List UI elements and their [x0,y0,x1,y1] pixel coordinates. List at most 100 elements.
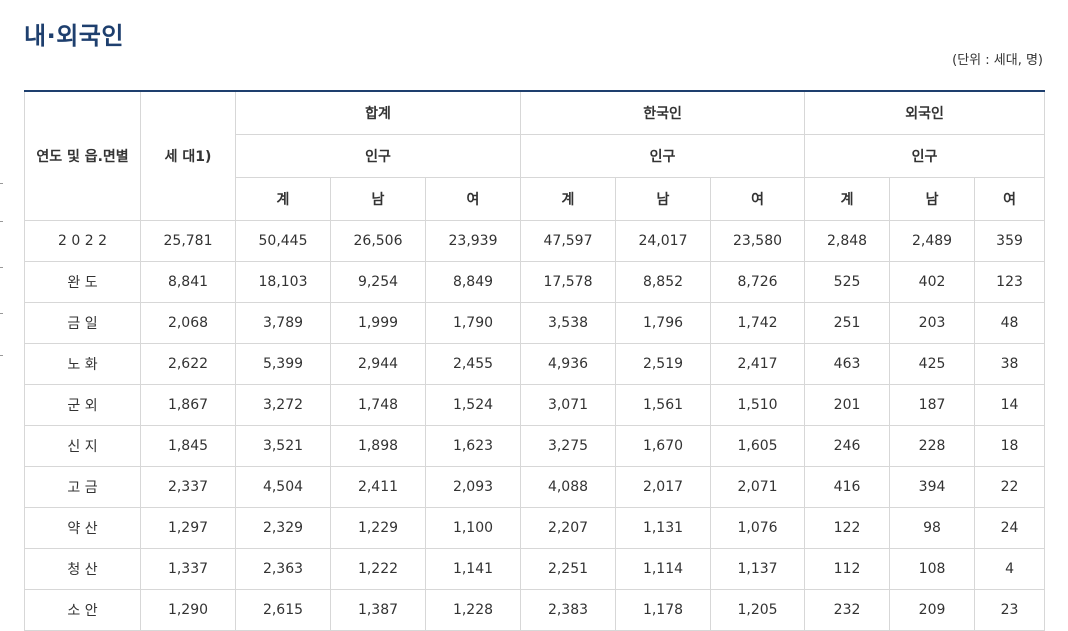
cell-households: 25,781 [140,220,236,262]
cell-foreign-sum: 251 [804,302,891,344]
cell-region: 약 산 [24,507,141,549]
cell-households: 1,867 [140,384,236,426]
edge-tick [0,267,3,268]
cell-foreign-female: 48 [974,302,1046,344]
population-table: 연도 및 읍.면별 세 대1) 합계 한국인 외국인 인구 인구 인구 계 남 … [24,90,1046,631]
cell-korean-female: 2,071 [709,466,806,508]
cell-foreign-sum: 246 [804,425,891,467]
cell-korean-male: 1,670 [615,425,711,467]
unit-note: (단위 : 세대, 명) [952,53,1043,68]
header-region: 연도 및 읍.면별 [24,90,141,221]
cell-total-male: 1,999 [330,302,426,344]
edge-tick [0,183,3,184]
cell-foreign-female: 38 [974,343,1046,385]
cell-total-male: 1,387 [330,589,426,631]
cell-total-female: 1,623 [425,425,521,467]
cell-total-sum: 50,445 [235,220,331,262]
cell-korean-male: 1,796 [615,302,711,344]
cell-foreign-male: 203 [889,302,976,344]
cell-korean-female: 1,205 [709,589,806,631]
cell-korean-sum: 3,275 [520,425,616,467]
cell-region: 고 금 [24,466,141,508]
cell-foreign-female: 359 [974,220,1046,262]
cell-foreign-sum: 525 [804,261,891,303]
cell-total-female: 2,093 [425,466,521,508]
cell-korean-female: 1,742 [709,302,806,344]
header-male: 남 [330,177,426,221]
header-group-total: 합계 [235,90,521,135]
cell-korean-sum: 47,597 [520,220,616,262]
cell-total-sum: 2,363 [235,548,331,590]
cell-korean-sum: 3,071 [520,384,616,426]
cell-korean-sum: 2,251 [520,548,616,590]
cell-korean-male: 1,178 [615,589,711,631]
cell-region: 2 0 2 2 [24,220,141,262]
table-row: 2 0 2 2 25,781 50,445 26,506 23,939 47,597 24,… [24,220,1046,262]
cell-households: 2,337 [140,466,236,508]
cell-total-sum: 3,521 [235,425,331,467]
cell-total-sum: 5,399 [235,343,331,385]
cell-total-female: 1,790 [425,302,521,344]
cell-foreign-female: 18 [974,425,1046,467]
header-female: 여 [974,177,1046,221]
cell-households: 1,337 [140,548,236,590]
cell-region: 신 지 [24,425,141,467]
cell-foreign-male: 402 [889,261,976,303]
table-row: 고 금 2,337 4,504 2,411 2,093 4,088 2,017 2,071 41… [24,466,1046,508]
header-sum: 계 [804,177,891,221]
cell-korean-female: 1,137 [709,548,806,590]
cell-foreign-male: 98 [889,507,976,549]
header-sum: 계 [520,177,616,221]
cell-korean-sum: 2,207 [520,507,616,549]
cell-total-male: 2,944 [330,343,426,385]
cell-foreign-female: 4 [974,548,1046,590]
cell-foreign-male: 425 [889,343,976,385]
page-title: 내·외국인 [24,22,124,50]
cell-total-male: 2,411 [330,466,426,508]
cell-total-female: 23,939 [425,220,521,262]
cell-total-sum: 2,329 [235,507,331,549]
cell-korean-female: 2,417 [709,343,806,385]
cell-total-female: 1,524 [425,384,521,426]
cell-foreign-male: 108 [889,548,976,590]
cell-households: 1,297 [140,507,236,549]
header-male: 남 [615,177,711,221]
header-female: 여 [425,177,521,221]
cell-korean-male: 1,114 [615,548,711,590]
cell-korean-female: 8,726 [709,261,806,303]
cell-foreign-female: 22 [974,466,1046,508]
cell-foreign-male: 187 [889,384,976,426]
cell-korean-female: 1,605 [709,425,806,467]
header-female: 여 [709,177,806,221]
table-row: 완 도 8,841 18,103 9,254 8,849 17,578 8,852 8,726… [24,261,1046,303]
cell-foreign-female: 14 [974,384,1046,426]
cell-korean-female: 1,076 [709,507,806,549]
header-group-foreign: 외국인 [804,90,1046,135]
cell-total-sum: 2,615 [235,589,331,631]
cell-total-sum: 4,504 [235,466,331,508]
cell-korean-male: 8,852 [615,261,711,303]
header-sum: 계 [235,177,331,221]
cell-korean-male: 24,017 [615,220,711,262]
header-group-korean: 한국인 [519,90,806,135]
header-male: 남 [889,177,976,221]
cell-total-female: 1,228 [425,589,521,631]
cell-total-male: 26,506 [330,220,426,262]
cell-foreign-sum: 112 [804,548,891,590]
cell-foreign-male: 209 [889,589,976,631]
cell-korean-male: 1,561 [615,384,711,426]
cell-korean-sum: 4,088 [520,466,616,508]
table-row: 청 산 1,337 2,363 1,222 1,141 2,251 1,114 1,137 11… [24,548,1046,590]
edge-tick [0,221,3,222]
cell-foreign-sum: 463 [804,343,891,385]
header-households: 세 대1) [140,90,236,221]
cell-korean-male: 2,519 [615,343,711,385]
cell-region: 소 안 [24,589,141,631]
cell-total-male: 1,898 [330,425,426,467]
cell-total-male: 1,222 [330,548,426,590]
cell-foreign-male: 2,489 [889,220,976,262]
cell-foreign-male: 394 [889,466,976,508]
cell-foreign-sum: 416 [804,466,891,508]
cell-total-sum: 18,103 [235,261,331,303]
table-row: 소 안 1,290 2,615 1,387 1,228 2,383 1,178 1,205 23… [24,589,1046,631]
